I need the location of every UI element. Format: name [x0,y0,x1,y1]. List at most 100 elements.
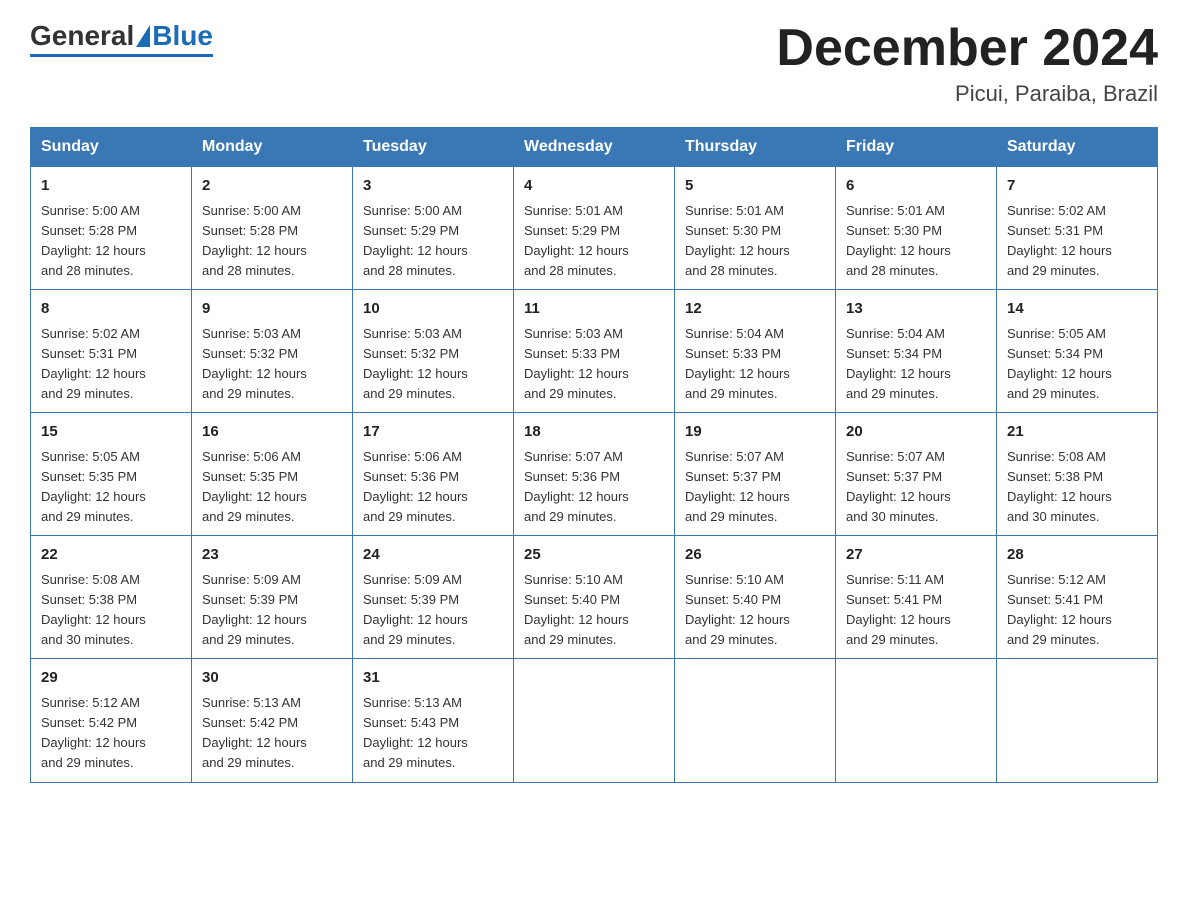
calendar-cell: 16 Sunrise: 5:06 AMSunset: 5:35 PMDayligh… [192,413,353,536]
calendar-cell: 19Sunrise: 5:07 AMSunset: 5:37 PMDayligh… [675,413,836,536]
calendar-cell: 18Sunrise: 5:07 AMSunset: 5:36 PMDayligh… [514,413,675,536]
day-info: Sunrise: 5:04 AMSunset: 5:34 PMDaylight:… [846,324,986,405]
calendar-cell [675,659,836,782]
calendar-cell: 21Sunrise: 5:08 AMSunset: 5:38 PMDayligh… [997,413,1158,536]
day-number: 11 [524,298,664,321]
day-info: Sunrise: 5:07 AMSunset: 5:37 PMDaylight:… [846,447,986,528]
day-number: 7 [1007,175,1147,198]
day-info: Sunrise: 5:02 AMSunset: 5:31 PMDaylight:… [1007,201,1147,282]
day-number: 19 [685,421,825,444]
weekday-header-sunday: Sunday [31,128,192,167]
month-title: December 2024 [776,20,1158,77]
title-area: December 2024 Picui, Paraiba, Brazil [776,20,1158,107]
calendar-table: SundayMondayTuesdayWednesdayThursdayFrid… [30,127,1158,782]
day-info: Sunrise: 5:01 AMSunset: 5:29 PMDaylight:… [524,201,664,282]
calendar-cell: 15 Sunrise: 5:05 AMSunset: 5:35 PMDayligh… [31,413,192,536]
calendar-cell: 4 Sunrise: 5:01 AMSunset: 5:29 PMDaylight… [514,167,675,290]
day-info: Sunrise: 5:03 AMSunset: 5:32 PMDaylight:… [202,324,342,405]
day-number: 16 [202,421,342,444]
day-number: 26 [685,544,825,567]
calendar-cell: 9Sunrise: 5:03 AMSunset: 5:32 PMDaylight… [192,290,353,413]
day-number: 5 [685,175,825,198]
day-number: 12 [685,298,825,321]
day-info: Sunrise: 5:00 AMSunset: 5:28 PMDaylight:… [41,201,181,282]
day-info: Sunrise: 5:12 AMSunset: 5:41 PMDaylight:… [1007,570,1147,651]
calendar-cell: 26 Sunrise: 5:10 AMSunset: 5:40 PMDayligh… [675,536,836,659]
day-number: 25 [524,544,664,567]
day-number: 8 [41,298,181,321]
calendar-cell: 12 Sunrise: 5:04 AMSunset: 5:33 PMDayligh… [675,290,836,413]
day-number: 29 [41,667,181,690]
day-number: 28 [1007,544,1147,567]
day-number: 31 [363,667,503,690]
day-info: Sunrise: 5:05 AMSunset: 5:35 PMDaylight:… [41,447,181,528]
weekday-header-thursday: Thursday [675,128,836,167]
calendar-cell: 1Sunrise: 5:00 AMSunset: 5:28 PMDaylight… [31,167,192,290]
day-info: Sunrise: 5:00 AMSunset: 5:28 PMDaylight:… [202,201,342,282]
day-number: 27 [846,544,986,567]
day-info: Sunrise: 5:05 AMSunset: 5:34 PMDaylight:… [1007,324,1147,405]
day-info: Sunrise: 5:09 AMSunset: 5:39 PMDaylight:… [363,570,503,651]
day-info: Sunrise: 5:13 AMSunset: 5:43 PMDaylight:… [363,693,503,774]
day-info: Sunrise: 5:06 AMSunset: 5:36 PMDaylight:… [363,447,503,528]
day-info: Sunrise: 5:03 AMSunset: 5:33 PMDaylight:… [524,324,664,405]
day-info: Sunrise: 5:03 AMSunset: 5:32 PMDaylight:… [363,324,503,405]
calendar-cell: 2 Sunrise: 5:00 AMSunset: 5:28 PMDaylight… [192,167,353,290]
calendar-cell: 11 Sunrise: 5:03 AMSunset: 5:33 PMDayligh… [514,290,675,413]
day-info: Sunrise: 5:13 AMSunset: 5:42 PMDaylight:… [202,693,342,774]
day-info: Sunrise: 5:07 AMSunset: 5:36 PMDaylight:… [524,447,664,528]
weekday-header-friday: Friday [836,128,997,167]
calendar-cell: 31 Sunrise: 5:13 AMSunset: 5:43 PMDayligh… [353,659,514,782]
calendar-cell: 7 Sunrise: 5:02 AMSunset: 5:31 PMDaylight… [997,167,1158,290]
logo-general-text: General [30,20,134,52]
day-number: 20 [846,421,986,444]
weekday-header-wednesday: Wednesday [514,128,675,167]
logo-underline [30,54,213,57]
calendar-cell: 28 Sunrise: 5:12 AMSunset: 5:41 PMDayligh… [997,536,1158,659]
location-text: Picui, Paraiba, Brazil [776,81,1158,107]
logo-text: General Blue [30,20,213,52]
day-info: Sunrise: 5:08 AMSunset: 5:38 PMDaylight:… [41,570,181,651]
calendar-cell: 3Sunrise: 5:00 AMSunset: 5:29 PMDaylight… [353,167,514,290]
day-info: Sunrise: 5:01 AMSunset: 5:30 PMDaylight:… [685,201,825,282]
page-header: General Blue December 2024 Picui, Paraib… [30,20,1158,107]
calendar-cell: 17Sunrise: 5:06 AMSunset: 5:36 PMDayligh… [353,413,514,536]
day-info: Sunrise: 5:04 AMSunset: 5:33 PMDaylight:… [685,324,825,405]
logo-triangle-icon [136,25,150,47]
weekday-header-saturday: Saturday [997,128,1158,167]
day-number: 24 [363,544,503,567]
day-number: 3 [363,175,503,198]
day-number: 23 [202,544,342,567]
calendar-cell: 24 Sunrise: 5:09 AMSunset: 5:39 PMDayligh… [353,536,514,659]
day-number: 15 [41,421,181,444]
weekday-header-tuesday: Tuesday [353,128,514,167]
calendar-cell [997,659,1158,782]
weekday-header-monday: Monday [192,128,353,167]
calendar-cell: 5 Sunrise: 5:01 AMSunset: 5:30 PMDaylight… [675,167,836,290]
day-info: Sunrise: 5:01 AMSunset: 5:30 PMDaylight:… [846,201,986,282]
day-number: 6 [846,175,986,198]
day-number: 4 [524,175,664,198]
calendar-cell: 25 Sunrise: 5:10 AMSunset: 5:40 PMDayligh… [514,536,675,659]
day-number: 22 [41,544,181,567]
calendar-cell [514,659,675,782]
week-row-5: 29 Sunrise: 5:12 AMSunset: 5:42 PMDayligh… [31,659,1158,782]
day-number: 14 [1007,298,1147,321]
week-row-4: 22 Sunrise: 5:08 AMSunset: 5:38 PMDayligh… [31,536,1158,659]
calendar-cell: 27 Sunrise: 5:11 AMSunset: 5:41 PMDayligh… [836,536,997,659]
day-info: Sunrise: 5:11 AMSunset: 5:41 PMDaylight:… [846,570,986,651]
day-number: 2 [202,175,342,198]
calendar-cell: 6 Sunrise: 5:01 AMSunset: 5:30 PMDaylight… [836,167,997,290]
day-number: 10 [363,298,503,321]
calendar-cell: 8 Sunrise: 5:02 AMSunset: 5:31 PMDaylight… [31,290,192,413]
calendar-cell: 30Sunrise: 5:13 AMSunset: 5:42 PMDayligh… [192,659,353,782]
day-info: Sunrise: 5:10 AMSunset: 5:40 PMDaylight:… [524,570,664,651]
day-info: Sunrise: 5:02 AMSunset: 5:31 PMDaylight:… [41,324,181,405]
day-info: Sunrise: 5:09 AMSunset: 5:39 PMDaylight:… [202,570,342,651]
day-info: Sunrise: 5:06 AMSunset: 5:35 PMDaylight:… [202,447,342,528]
calendar-cell: 13Sunrise: 5:04 AMSunset: 5:34 PMDayligh… [836,290,997,413]
calendar-cell: 23 Sunrise: 5:09 AMSunset: 5:39 PMDayligh… [192,536,353,659]
calendar-cell: 29 Sunrise: 5:12 AMSunset: 5:42 PMDayligh… [31,659,192,782]
day-info: Sunrise: 5:12 AMSunset: 5:42 PMDaylight:… [41,693,181,774]
day-info: Sunrise: 5:10 AMSunset: 5:40 PMDaylight:… [685,570,825,651]
